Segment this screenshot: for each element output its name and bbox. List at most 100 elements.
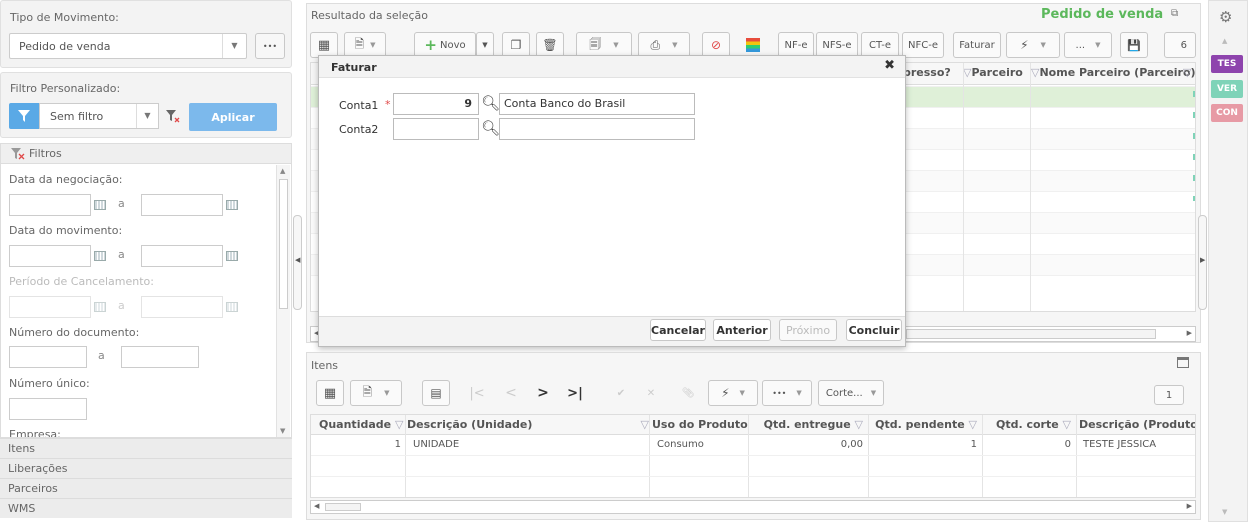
- header-product-label: Descrição (Produto): [1079, 418, 1196, 431]
- page-field-value: 6: [1180, 39, 1187, 51]
- movement-date-end[interactable]: [141, 245, 223, 267]
- scroll-thumb[interactable]: [279, 179, 288, 309]
- doc-number-end[interactable]: [121, 346, 199, 368]
- table-row[interactable]: [311, 455, 1195, 476]
- filter-value: Sem filtro: [50, 110, 104, 123]
- scroll-down-arrow[interactable]: ▼: [280, 427, 285, 435]
- sidebar-scroll-up[interactable]: ▲: [1222, 37, 1227, 45]
- invoice-button[interactable]: Faturar: [953, 32, 1001, 58]
- header-cut[interactable]: Qtd. corte ▽: [983, 415, 1075, 435]
- header-usage[interactable]: Uso do Produto ▽: [652, 415, 748, 435]
- scroll-left-arrow[interactable]: ◀: [314, 502, 319, 510]
- right-splitter-handle[interactable]: ▶: [1198, 215, 1207, 310]
- calendar-icon[interactable]: [94, 251, 106, 261]
- filter-icon-button[interactable]: [9, 103, 39, 129]
- more-actions-button[interactable]: ... ▼: [1064, 32, 1112, 58]
- chevron-down-icon: ▼: [739, 389, 745, 397]
- negotiation-date-start[interactable]: [9, 194, 91, 216]
- cut-button[interactable]: Corte... ▼: [818, 380, 884, 406]
- items-grid-view-button[interactable]: ▦: [316, 380, 344, 406]
- cancel-period-start: [9, 296, 91, 318]
- range-separator: a: [118, 248, 125, 261]
- scroll-up-arrow[interactable]: ▲: [280, 167, 285, 175]
- sidebar-tes-button[interactable]: TES: [1211, 55, 1243, 73]
- company-label: Empresa:: [9, 428, 61, 438]
- page-field[interactable]: 6: [1164, 32, 1196, 58]
- conta2-code-input[interactable]: [393, 118, 479, 140]
- accordion-releases[interactable]: Liberações: [0, 458, 292, 478]
- conta1-description: Conta Banco do Brasil: [499, 93, 695, 115]
- chevron-down-icon: ▼: [370, 41, 376, 49]
- search-icon[interactable]: 🔍︎: [481, 119, 500, 137]
- finish-button[interactable]: Concluir: [846, 319, 902, 341]
- header-unit[interactable]: Descrição (Unidade) ▽: [407, 415, 651, 435]
- items-more-button[interactable]: ••• ▼: [762, 380, 812, 406]
- items-hscrollbar[interactable]: ◀ ▶: [310, 500, 1196, 514]
- nav-last-button[interactable]: >|: [562, 380, 588, 406]
- conta1-code-value: 9: [464, 97, 472, 110]
- save-button[interactable]: 💾: [1120, 32, 1148, 58]
- items-page-field[interactable]: 1: [1154, 385, 1184, 405]
- items-export-button[interactable]: 🗎 ▼: [350, 380, 402, 406]
- sidebar-ver-button[interactable]: VER: [1211, 80, 1243, 98]
- apply-button[interactable]: Aplicar: [189, 103, 277, 131]
- maximize-icon[interactable]: [1177, 357, 1189, 368]
- header-printed-label: pressо?: [903, 66, 951, 79]
- nfce-button[interactable]: NFC-e: [902, 32, 944, 58]
- sidebar-con-button[interactable]: CON: [1211, 104, 1243, 122]
- header-pending[interactable]: Qtd. pendente ▽: [869, 415, 981, 435]
- copy-icon[interactable]: ⧉: [1171, 8, 1178, 19]
- header-next-column[interactable]: ▽: [1183, 63, 1195, 83]
- calendar-icon[interactable]: [226, 251, 238, 261]
- doc-number-label: Número do documento:: [9, 326, 140, 339]
- header-delivered[interactable]: Qtd. entregue ▽: [759, 415, 867, 435]
- clear-filter-button[interactable]: [159, 103, 187, 129]
- items-actions-button[interactable]: ⚡ ▼: [708, 380, 758, 406]
- conta1-code-input[interactable]: 9: [393, 93, 479, 115]
- filter-select[interactable]: Sem filtro ▼: [39, 103, 159, 129]
- close-icon[interactable]: ✖: [884, 58, 895, 73]
- calendar-icon[interactable]: [226, 200, 238, 210]
- header-product[interactable]: Descrição (Produto): [1079, 415, 1196, 435]
- items-page-value: 1: [1165, 389, 1173, 401]
- movement-type-select[interactable]: Pedido de venda ▼: [9, 33, 247, 59]
- actions-button[interactable]: ⚡ ▼: [1006, 32, 1060, 58]
- accordion-items[interactable]: Itens: [0, 438, 292, 458]
- calendar-icon[interactable]: [94, 200, 106, 210]
- funnel-icon: ▽: [1062, 418, 1071, 431]
- header-partner[interactable]: ▽Parceiro: [963, 63, 1029, 83]
- header-quantity[interactable]: Quantidade ▽: [319, 415, 405, 435]
- conta2-label: Conta2: [339, 123, 379, 136]
- previous-button[interactable]: Anterior: [713, 319, 771, 341]
- doc-number-start[interactable]: [9, 346, 87, 368]
- header-unit-label: Descrição (Unidade): [407, 418, 533, 431]
- gear-icon[interactable]: ⚙: [1219, 8, 1232, 26]
- more-options-button[interactable]: •••: [255, 33, 285, 59]
- sidebar-scroll-down[interactable]: ▼: [1222, 508, 1227, 516]
- table-row[interactable]: [311, 476, 1195, 497]
- nav-next-button[interactable]: >: [530, 380, 556, 406]
- unique-number-input[interactable]: [9, 398, 87, 420]
- scroll-right-arrow[interactable]: ▶: [1187, 502, 1192, 510]
- plus-icon: +: [424, 36, 437, 54]
- nav-prev-button: <: [498, 380, 524, 406]
- apply-label: Aplicar: [211, 110, 255, 124]
- scroll-thumb[interactable]: [325, 503, 361, 511]
- negotiation-date-end[interactable]: [141, 194, 223, 216]
- scroll-right-arrow[interactable]: ▶: [1187, 329, 1192, 337]
- header-partner-name[interactable]: ▽Nome Parceiro (Parceiro): [1031, 63, 1195, 83]
- cell-pending: 1: [970, 439, 977, 450]
- cancel-period-label: Período de Cancelamento:: [9, 275, 154, 288]
- accordion-wms[interactable]: WMS: [0, 498, 292, 518]
- dialog-title: Faturar: [331, 61, 377, 74]
- scroll-thumb[interactable]: [906, 329, 1156, 339]
- cancel-button[interactable]: Cancelar: [650, 319, 706, 341]
- chevron-down-icon: ▼: [1040, 41, 1046, 49]
- search-icon[interactable]: 🔍︎: [481, 94, 500, 112]
- items-form-view-button[interactable]: ▤: [422, 380, 450, 406]
- header-printed[interactable]: pressо?: [903, 63, 961, 83]
- filters-scrollbar[interactable]: ▲ ▼: [276, 165, 290, 437]
- accordion-partners[interactable]: Parceiros: [0, 478, 292, 498]
- left-splitter-handle[interactable]: ◀: [293, 215, 302, 310]
- movement-date-start[interactable]: [9, 245, 91, 267]
